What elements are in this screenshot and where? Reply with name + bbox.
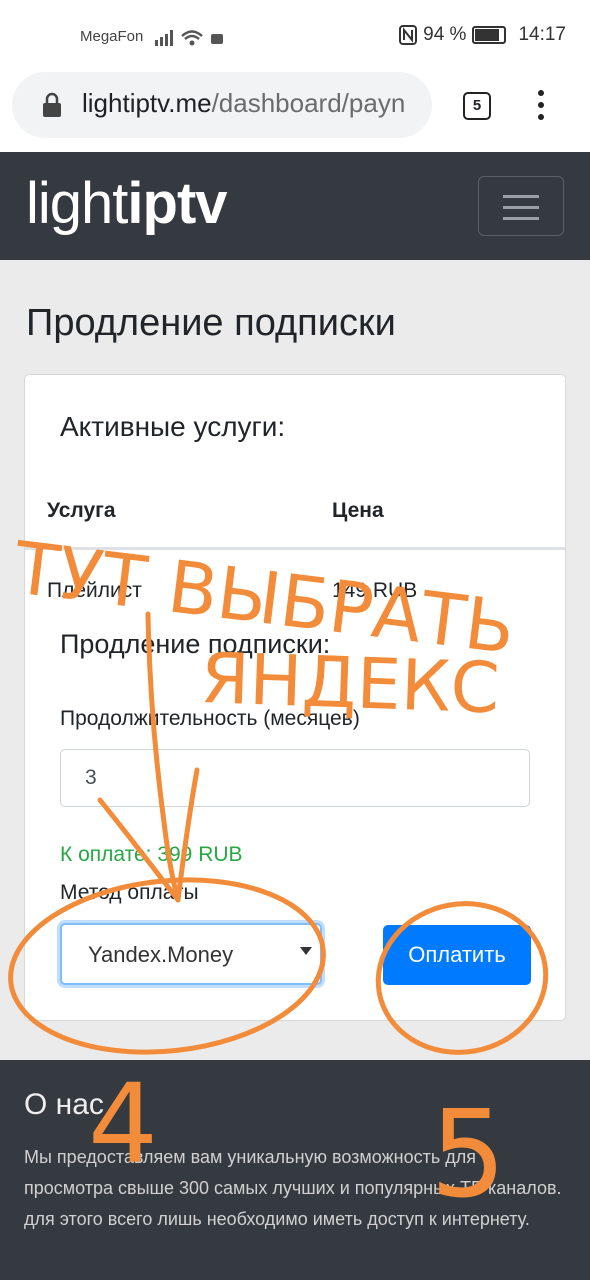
signal-wifi-icons — [155, 30, 223, 46]
table-cell-price: 149 RUB — [332, 579, 418, 602]
table-divider — [25, 547, 565, 550]
logo-light: light — [26, 171, 128, 236]
more-menu-icon[interactable] — [538, 90, 546, 126]
site-navbar: lightiptv — [0, 152, 590, 260]
payment-method-value: Yandex.Money — [88, 942, 234, 967]
payment-method-select[interactable]: Yandex.Money — [60, 923, 322, 985]
page-title: Продление подписки — [26, 302, 396, 344]
about-text: Мы предоставляем вам уникальную возможно… — [24, 1147, 562, 1229]
browser-toolbar: lightiptv.me/dashboard/payn 5 — [0, 72, 590, 152]
carrier-label: MegaFon — [80, 28, 144, 45]
nfc-icon — [399, 25, 418, 45]
subscription-card: Активные услуги: Услуга Цена Плейлист 14… — [24, 374, 566, 1021]
hamburger-menu-button[interactable] — [478, 176, 564, 236]
site-logo[interactable]: lightiptv — [26, 170, 228, 237]
url-text: lightiptv.me/dashboard/payn — [82, 88, 428, 119]
address-bar[interactable]: lightiptv.me/dashboard/payn — [12, 72, 432, 138]
table-header-price: Цена — [332, 499, 384, 522]
active-services-heading: Активные услуги: — [60, 411, 286, 442]
about-heading: О нас — [24, 1088, 104, 1121]
battery-percent: 94 % — [423, 24, 467, 45]
main-content: Продление подписки Активные услуги: Услу… — [0, 260, 590, 1060]
tab-switcher-button[interactable]: 5 — [463, 92, 491, 120]
status-bar: MegaFon 94 % 14:17 — [0, 0, 590, 72]
clock: 14:17 — [518, 24, 566, 45]
url-domain: lightiptv.me — [82, 88, 212, 118]
duration-label: Продолжительность (месяцев) — [60, 707, 360, 730]
pay-button[interactable]: Оплатить — [383, 925, 531, 985]
lock-icon — [43, 92, 61, 117]
chevron-down-icon — [300, 947, 312, 955]
battery-icon — [472, 26, 507, 44]
table-header-service: Услуга — [47, 499, 116, 522]
url-path: /dashboard/payn — [211, 88, 406, 118]
renew-heading: Продление подписки: — [60, 629, 331, 659]
amount-to-pay: К оплате: 399 RUB — [60, 843, 243, 866]
site-footer: О нас Мы предоставляем вам уникальную во… — [0, 1060, 590, 1280]
duration-input[interactable] — [60, 749, 530, 807]
payment-method-label: Метод оплаты — [60, 881, 199, 904]
table-cell-service: Плейлист — [47, 579, 142, 602]
logo-iptv: iptv — [127, 171, 227, 236]
